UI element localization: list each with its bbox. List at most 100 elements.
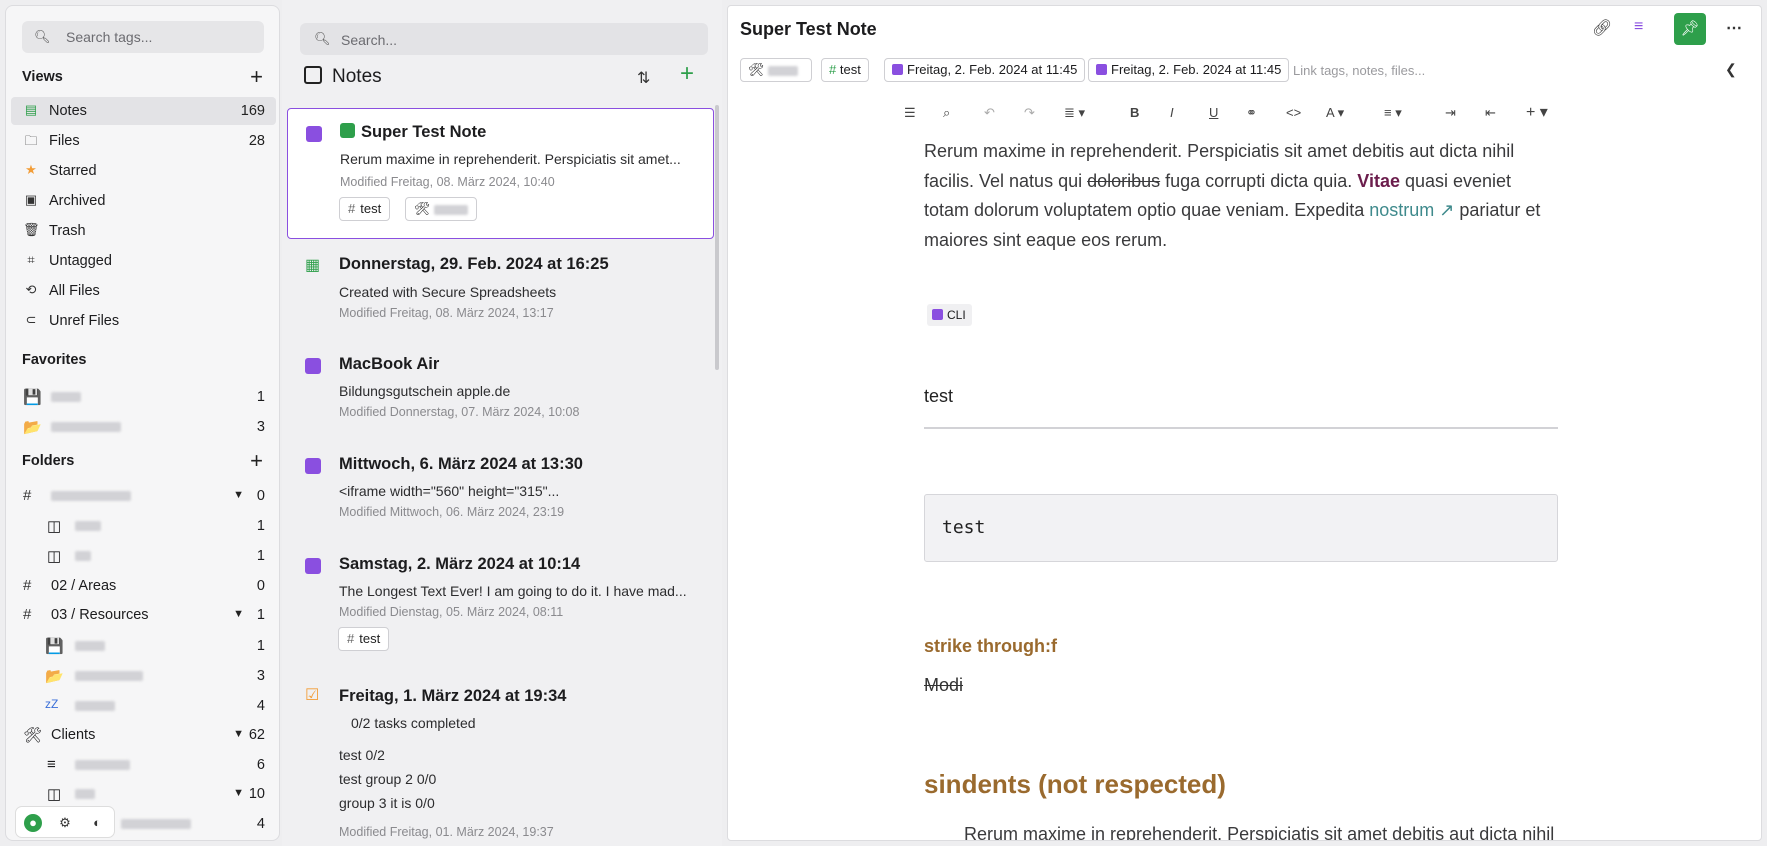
note-modified: Modified Freitag, 08. März 2024, 13:17	[339, 306, 554, 320]
link-icon[interactable]: 🔗︎	[1592, 18, 1612, 38]
account-icon[interactable]: ●	[24, 814, 42, 832]
note-item[interactable]: Super Test Note Rerum maxime in reprehen…	[287, 108, 714, 239]
tag-chip[interactable]: # test	[339, 197, 391, 221]
note-type-icon	[305, 458, 321, 474]
star-icon: ★	[25, 162, 37, 177]
paragraph-test[interactable]: test	[924, 386, 953, 407]
folder-item[interactable]: # ▼ 0	[11, 483, 276, 509]
notebook-icon: ◫	[47, 548, 62, 565]
folder-item-areas[interactable]: # 02 / Areas 0	[11, 573, 276, 599]
note-modified: Modified Freitag, 08. März 2024, 10:40	[340, 175, 555, 189]
note-item[interactable]: Mittwoch, 6. März 2024 at 13:30 <iframe …	[287, 441, 714, 536]
favorite-item[interactable]: 📂 3	[11, 414, 276, 440]
theme-icon[interactable]: ◐	[88, 814, 106, 832]
note-title: Super Test Note	[340, 123, 486, 142]
note-item[interactable]: Samstag, 2. März 2024 at 10:14 The Longe…	[287, 541, 714, 661]
font-color-icon[interactable]: A ▾	[1326, 105, 1344, 121]
folder-item[interactable]: ≡ 6	[11, 752, 276, 778]
view-starred[interactable]: ★ Starred	[11, 157, 276, 185]
folder-item[interactable]: ◫ 1	[11, 513, 276, 539]
list-scrollbar[interactable]	[715, 105, 719, 370]
tools-icon: 🛠	[748, 62, 765, 77]
redo-icon[interactable]: ↷	[1024, 105, 1035, 121]
archive-icon: ▣	[24, 192, 38, 207]
folder-item-resources[interactable]: # 03 / Resources ▼ 1	[11, 602, 276, 628]
folder-item[interactable]: ◫ 1	[11, 543, 276, 569]
toolbar-menu-icon[interactable]: ☰	[904, 105, 916, 121]
tag-chip[interactable]: # test	[338, 627, 390, 651]
add-folder-icon[interactable]: +	[250, 450, 263, 472]
folder-item[interactable]: ◫ ▼ 10	[11, 781, 276, 807]
more-options-icon[interactable]: ⋯	[1726, 18, 1742, 38]
chevron-down-icon[interactable]: ▼	[233, 489, 244, 501]
note-type-icon	[305, 358, 321, 374]
linked-note-chip[interactable]: Freitag, 2. Feb. 2024 at 11:45	[884, 58, 1086, 82]
note-title: Donnerstag, 29. Feb. 2024 at 16:25	[339, 255, 609, 273]
heading-indents[interactable]: sindents (not respected)	[924, 769, 1226, 800]
view-archived[interactable]: ▣ Archived	[11, 187, 276, 215]
code-block[interactable]: test	[924, 494, 1558, 562]
folder-item[interactable]: zZ 4	[11, 693, 276, 719]
floppy-disk-icon: 💾	[23, 389, 42, 406]
external-link[interactable]: nostrum ↗	[1369, 200, 1454, 220]
link-search-input[interactable]: Link tags, notes, files...	[1293, 63, 1425, 78]
folder-item[interactable]: 💾 1	[11, 633, 276, 659]
editor-type-icon[interactable]: ≡	[1634, 18, 1643, 36]
indent-icon[interactable]: ⇥	[1445, 105, 1456, 121]
notes-icon	[304, 66, 322, 84]
note-item[interactable]: ☑ Freitag, 1. März 2024 at 19:34 0/2 tas…	[287, 673, 714, 846]
note-title: Mittwoch, 6. März 2024 at 13:30	[339, 455, 583, 473]
view-untagged[interactable]: ⌗ Untagged	[11, 247, 276, 275]
underline-icon[interactable]: U	[1209, 105, 1218, 120]
folder-item[interactable]: 📂 3	[11, 663, 276, 689]
view-trash[interactable]: 🗑︎ Trash	[11, 217, 276, 245]
note-modified: Modified Donnerstag, 07. März 2024, 10:0…	[339, 405, 580, 419]
checkbox-icon: ☑	[305, 687, 320, 704]
strikethrough-text[interactable]: Modi	[924, 675, 963, 696]
task-group: group 3 it is 0/0	[339, 795, 435, 811]
folder-item-clients[interactable]: 🛠 Clients ▼ 62	[11, 722, 276, 748]
favorite-item[interactable]: 💾 1	[11, 384, 276, 410]
sort-icon[interactable]: ⇅	[637, 68, 650, 88]
note-item[interactable]: MacBook Air Bildungsgutschein apple.de M…	[287, 341, 714, 436]
indented-paragraph[interactable]: Rerum maxime in reprehenderit. Perspicia…	[964, 824, 1554, 840]
code-icon[interactable]: <>	[1286, 105, 1301, 120]
chevron-down-icon[interactable]: ▼	[233, 608, 244, 620]
notes-list-pane: 🔍︎ Search... Notes ⇅ + Super Test Note R…	[282, 0, 722, 846]
note-type-icon	[306, 126, 322, 142]
editor-pane: Super Test Note 🔗︎ ≡ 📌︎ ⋯ 🛠 # test Freit…	[727, 5, 1762, 841]
tag-chip[interactable]: 🛠	[405, 197, 477, 221]
outdent-icon[interactable]: ⇤	[1485, 105, 1496, 121]
view-unref-files[interactable]: ⊂ Unref Files	[11, 307, 276, 335]
add-view-icon[interactable]: +	[250, 66, 263, 88]
linked-note-mention[interactable]: CLI	[927, 304, 972, 326]
add-note-button[interactable]: +	[680, 62, 694, 86]
insert-link-icon[interactable]: ⚭	[1246, 105, 1257, 121]
search-tags-input[interactable]: 🔍︎ Search tags...	[22, 21, 264, 53]
find-icon[interactable]: ⌕	[943, 105, 950, 121]
search-notes-input[interactable]: 🔍︎ Search...	[300, 23, 708, 55]
pin-button[interactable]: 📌︎	[1674, 13, 1706, 45]
insert-block-icon[interactable]: + ▾	[1526, 102, 1548, 122]
note-type-icon	[1096, 64, 1107, 75]
chevron-down-icon[interactable]: ▼	[233, 728, 244, 740]
linked-note-chip[interactable]: Freitag, 2. Feb. 2024 at 11:45	[1088, 58, 1290, 82]
italic-icon[interactable]: I	[1170, 105, 1174, 120]
collapse-panel-icon[interactable]: ❮	[1725, 61, 1737, 78]
view-all-files[interactable]: ⟲ All Files	[11, 277, 276, 305]
tasks-summary: 0/2 tasks completed	[351, 715, 476, 731]
heading-strike[interactable]: strike through:f	[924, 636, 1057, 657]
linked-tag-chip[interactable]: 🛠	[740, 58, 812, 82]
note-title-input[interactable]: Super Test Note	[740, 19, 877, 40]
alignment-icon[interactable]: ≡ ▾	[1384, 105, 1402, 121]
chevron-down-icon[interactable]: ▼	[233, 787, 244, 799]
note-item[interactable]: ▦ Donnerstag, 29. Feb. 2024 at 16:25 Cre…	[287, 241, 714, 336]
view-notes[interactable]: ▤ Notes 169	[11, 97, 276, 125]
undo-icon[interactable]: ↶	[984, 105, 995, 121]
block-style-icon[interactable]: ≣ ▾	[1064, 105, 1085, 121]
view-files[interactable]: 🗀 Files 28	[11, 127, 276, 155]
linked-tag-chip[interactable]: # test	[821, 58, 869, 82]
bold-icon[interactable]: B	[1130, 105, 1139, 120]
preferences-icon[interactable]: ⚙	[56, 814, 74, 832]
note-paragraph[interactable]: Rerum maxime in reprehenderit. Perspicia…	[924, 137, 1544, 255]
